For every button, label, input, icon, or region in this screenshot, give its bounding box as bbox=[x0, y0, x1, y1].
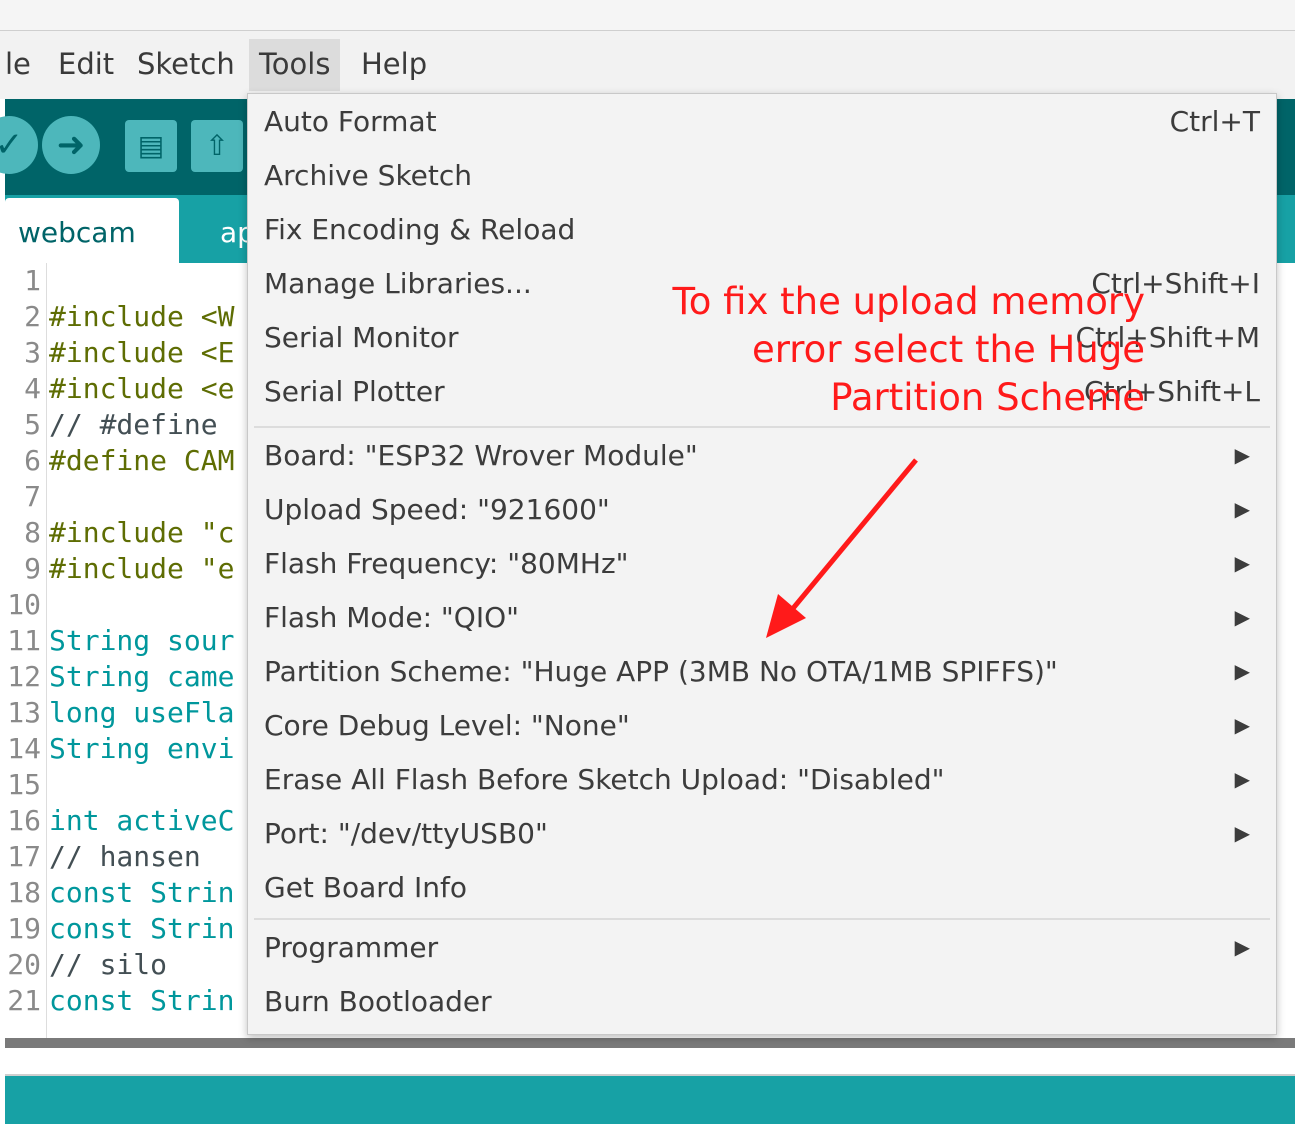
annotation-arrow-shaft bbox=[788, 458, 918, 614]
annotation-arrow bbox=[766, 458, 918, 638]
